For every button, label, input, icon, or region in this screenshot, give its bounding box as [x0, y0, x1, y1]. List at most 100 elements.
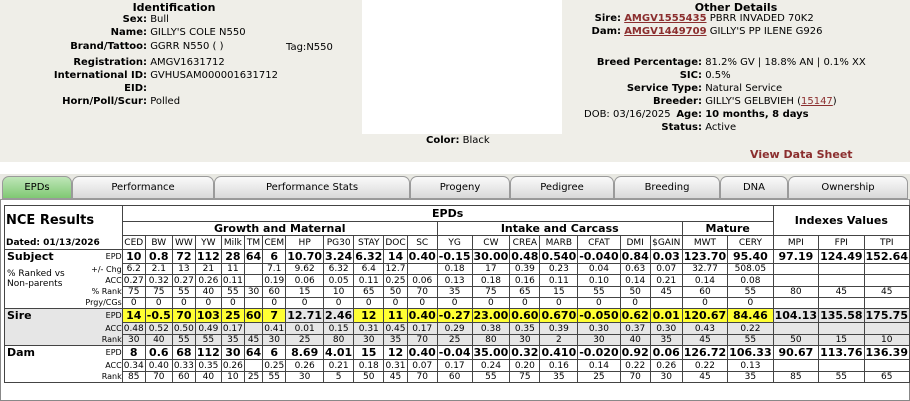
col-header-tpi: TPI — [863, 235, 910, 250]
tab-performance[interactable]: Performance — [72, 176, 214, 199]
sire-rank-cell: 55 — [194, 333, 222, 347]
status-value: Active — [705, 122, 737, 133]
dam-epd-cell: 4.01 — [323, 344, 355, 361]
sire-epd-cell: 135.58 — [818, 307, 865, 324]
subject-chg-cell: 508.05 — [727, 263, 774, 276]
tab-performance-stats[interactable]: Performance Stats — [214, 176, 410, 199]
tab-progeny[interactable]: Progeny — [410, 176, 510, 199]
subject-rank-cell: 75 — [471, 285, 511, 298]
tab-breeding[interactable]: Breeding — [614, 176, 720, 199]
subject-prgy-cell — [863, 296, 910, 310]
animal-detail-page: { "identification":{ "title":"Identifica… — [0, 0, 910, 401]
sire-acc-cell: 0.15 — [323, 322, 355, 335]
color-label: Color: — [426, 135, 460, 146]
tab-epds[interactable]: EPDs — [2, 176, 72, 199]
dam-acc-cell: 0.25 — [262, 359, 287, 372]
subject-epd-cell: 14 — [383, 248, 408, 265]
subject-prgy-cell: 0 — [471, 296, 511, 310]
subject-rank-cell: 45 — [818, 285, 865, 298]
sire-epd-cell: 12.71 — [285, 307, 325, 324]
subject-chg-cell: 0.63 — [619, 263, 651, 276]
view-data-sheet-link[interactable]: View Data Sheet — [750, 148, 853, 161]
sire-id-link[interactable]: AMGV1555435 — [624, 13, 706, 24]
sire-rank-cell: 55 — [727, 333, 774, 347]
subject-acc-cell: 0.11 — [220, 274, 245, 287]
col-header-yg: YG — [436, 235, 473, 250]
subject-chg-cell: 17 — [471, 263, 511, 276]
nce-title-cell: NCE Results — [4, 205, 123, 236]
sire-epd-cell: 0.40 — [406, 307, 438, 324]
dam-acc-cell: 0.20 — [509, 359, 541, 372]
dam-rank-cell: 55 — [471, 370, 511, 384]
sire-acc-cell: 0.01 — [285, 322, 325, 335]
dam-epd-cell: 90.67 — [772, 344, 820, 361]
subject-chg-cell: 0.04 — [577, 263, 621, 276]
col-header-ced: CED — [121, 235, 146, 250]
subject-acc-cell: 0.06 — [406, 274, 438, 287]
service-value: Natural Service — [705, 83, 783, 94]
sire-epd-cell: -0.5 — [144, 307, 173, 324]
dam-epd-cell: 0.40 — [406, 344, 438, 361]
dam-id-link[interactable]: AMGV1449709 — [624, 26, 706, 37]
subject-rank-cell: 45 — [863, 285, 910, 298]
sire-acc-cell: 0.29 — [436, 322, 473, 335]
subject-prgy-cell: 0 — [285, 296, 325, 310]
subject-chg-cell — [863, 263, 910, 276]
sire-acc-cell: 0.31 — [353, 322, 385, 335]
subject-prgy-cell: 0 — [509, 296, 541, 310]
col-header-yw: YW — [194, 235, 222, 250]
sire-epd-cell: 11 — [383, 307, 408, 324]
sire-acc-cell: 0.30 — [577, 322, 621, 335]
col-header-dmi: DMI — [619, 235, 651, 250]
sire-acc-cell: 0.35 — [509, 322, 541, 335]
subject-acc-cell — [772, 274, 820, 287]
breed-value: 81.2% GV | 18.8% AN | 0.1% XX — [705, 57, 866, 68]
tab-ownership[interactable]: Ownership — [788, 176, 908, 199]
subject-prgy-cell: 0 — [436, 296, 473, 310]
dam-acc-cell — [243, 359, 264, 372]
col-header-tm: TM — [243, 235, 264, 250]
brand-value: GGRR N550 ( ) — [150, 41, 224, 52]
sire-sublabel: EPD — [105, 311, 122, 320]
service-label: Service Type: — [626, 83, 702, 94]
horn-label: Horn/Poll/Scur: — [62, 96, 147, 107]
subject-rank-cell: 30 — [243, 285, 264, 298]
sire-acc-cell: 0.52 — [144, 322, 173, 335]
subject-epd-cell: 112 — [194, 248, 222, 265]
sire-rank-cell: 25 — [285, 333, 325, 347]
subject-prgy-cell: 0 — [727, 296, 774, 310]
subject-chg-cell — [243, 263, 264, 276]
subject-sublabel: % Rank — [91, 287, 122, 296]
subject-prgy-cell: 0 — [262, 296, 287, 310]
subject-acc-cell: 0.14 — [681, 274, 729, 287]
dam-rank-cell: 25 — [577, 370, 621, 384]
sire-acc-cell: 0.43 — [681, 322, 729, 335]
sire-acc-cell: 0.39 — [539, 322, 579, 335]
col-header-marb: MARB — [539, 235, 579, 250]
sire-rank-cell: 15 — [818, 333, 865, 347]
col-header-hp: HP — [285, 235, 325, 250]
sex-value: Bull — [150, 14, 169, 25]
tab-dna[interactable]: DNA — [720, 176, 788, 199]
sire-rank-cell: 40 — [144, 333, 173, 347]
sire-acc-cell — [818, 322, 865, 335]
dam-epd-cell: 126.72 — [681, 344, 729, 361]
subject-epd-cell: 10.70 — [285, 248, 325, 265]
dam-epd-cell: 15 — [353, 344, 385, 361]
subject-chg-cell: 21 — [194, 263, 222, 276]
subject-chg-cell: 0.39 — [509, 263, 541, 276]
sire-epd-cell: 0.62 — [619, 307, 651, 324]
sire-acc-cell: 0.50 — [171, 322, 196, 335]
dam-rank-cell: 5 — [323, 370, 355, 384]
dam-rank-cell: 65 — [863, 370, 910, 384]
sire-sublabel: ACC — [105, 324, 122, 333]
breeder-id-link[interactable]: 15147 — [801, 96, 833, 107]
sire-epd-cell: 0.670 — [539, 307, 579, 324]
dam-rank-cell: 50 — [353, 370, 385, 384]
tab-pedigree[interactable]: Pedigree — [510, 176, 614, 199]
dam-acc-cell: 0.07 — [406, 359, 438, 372]
subject-chg-cell: 11 — [220, 263, 245, 276]
international-id-value: GVHUSAM000001631712 — [150, 70, 278, 81]
subject-epd-cell: 64 — [243, 248, 264, 265]
subject-epd-cell: 97.19 — [772, 248, 820, 265]
